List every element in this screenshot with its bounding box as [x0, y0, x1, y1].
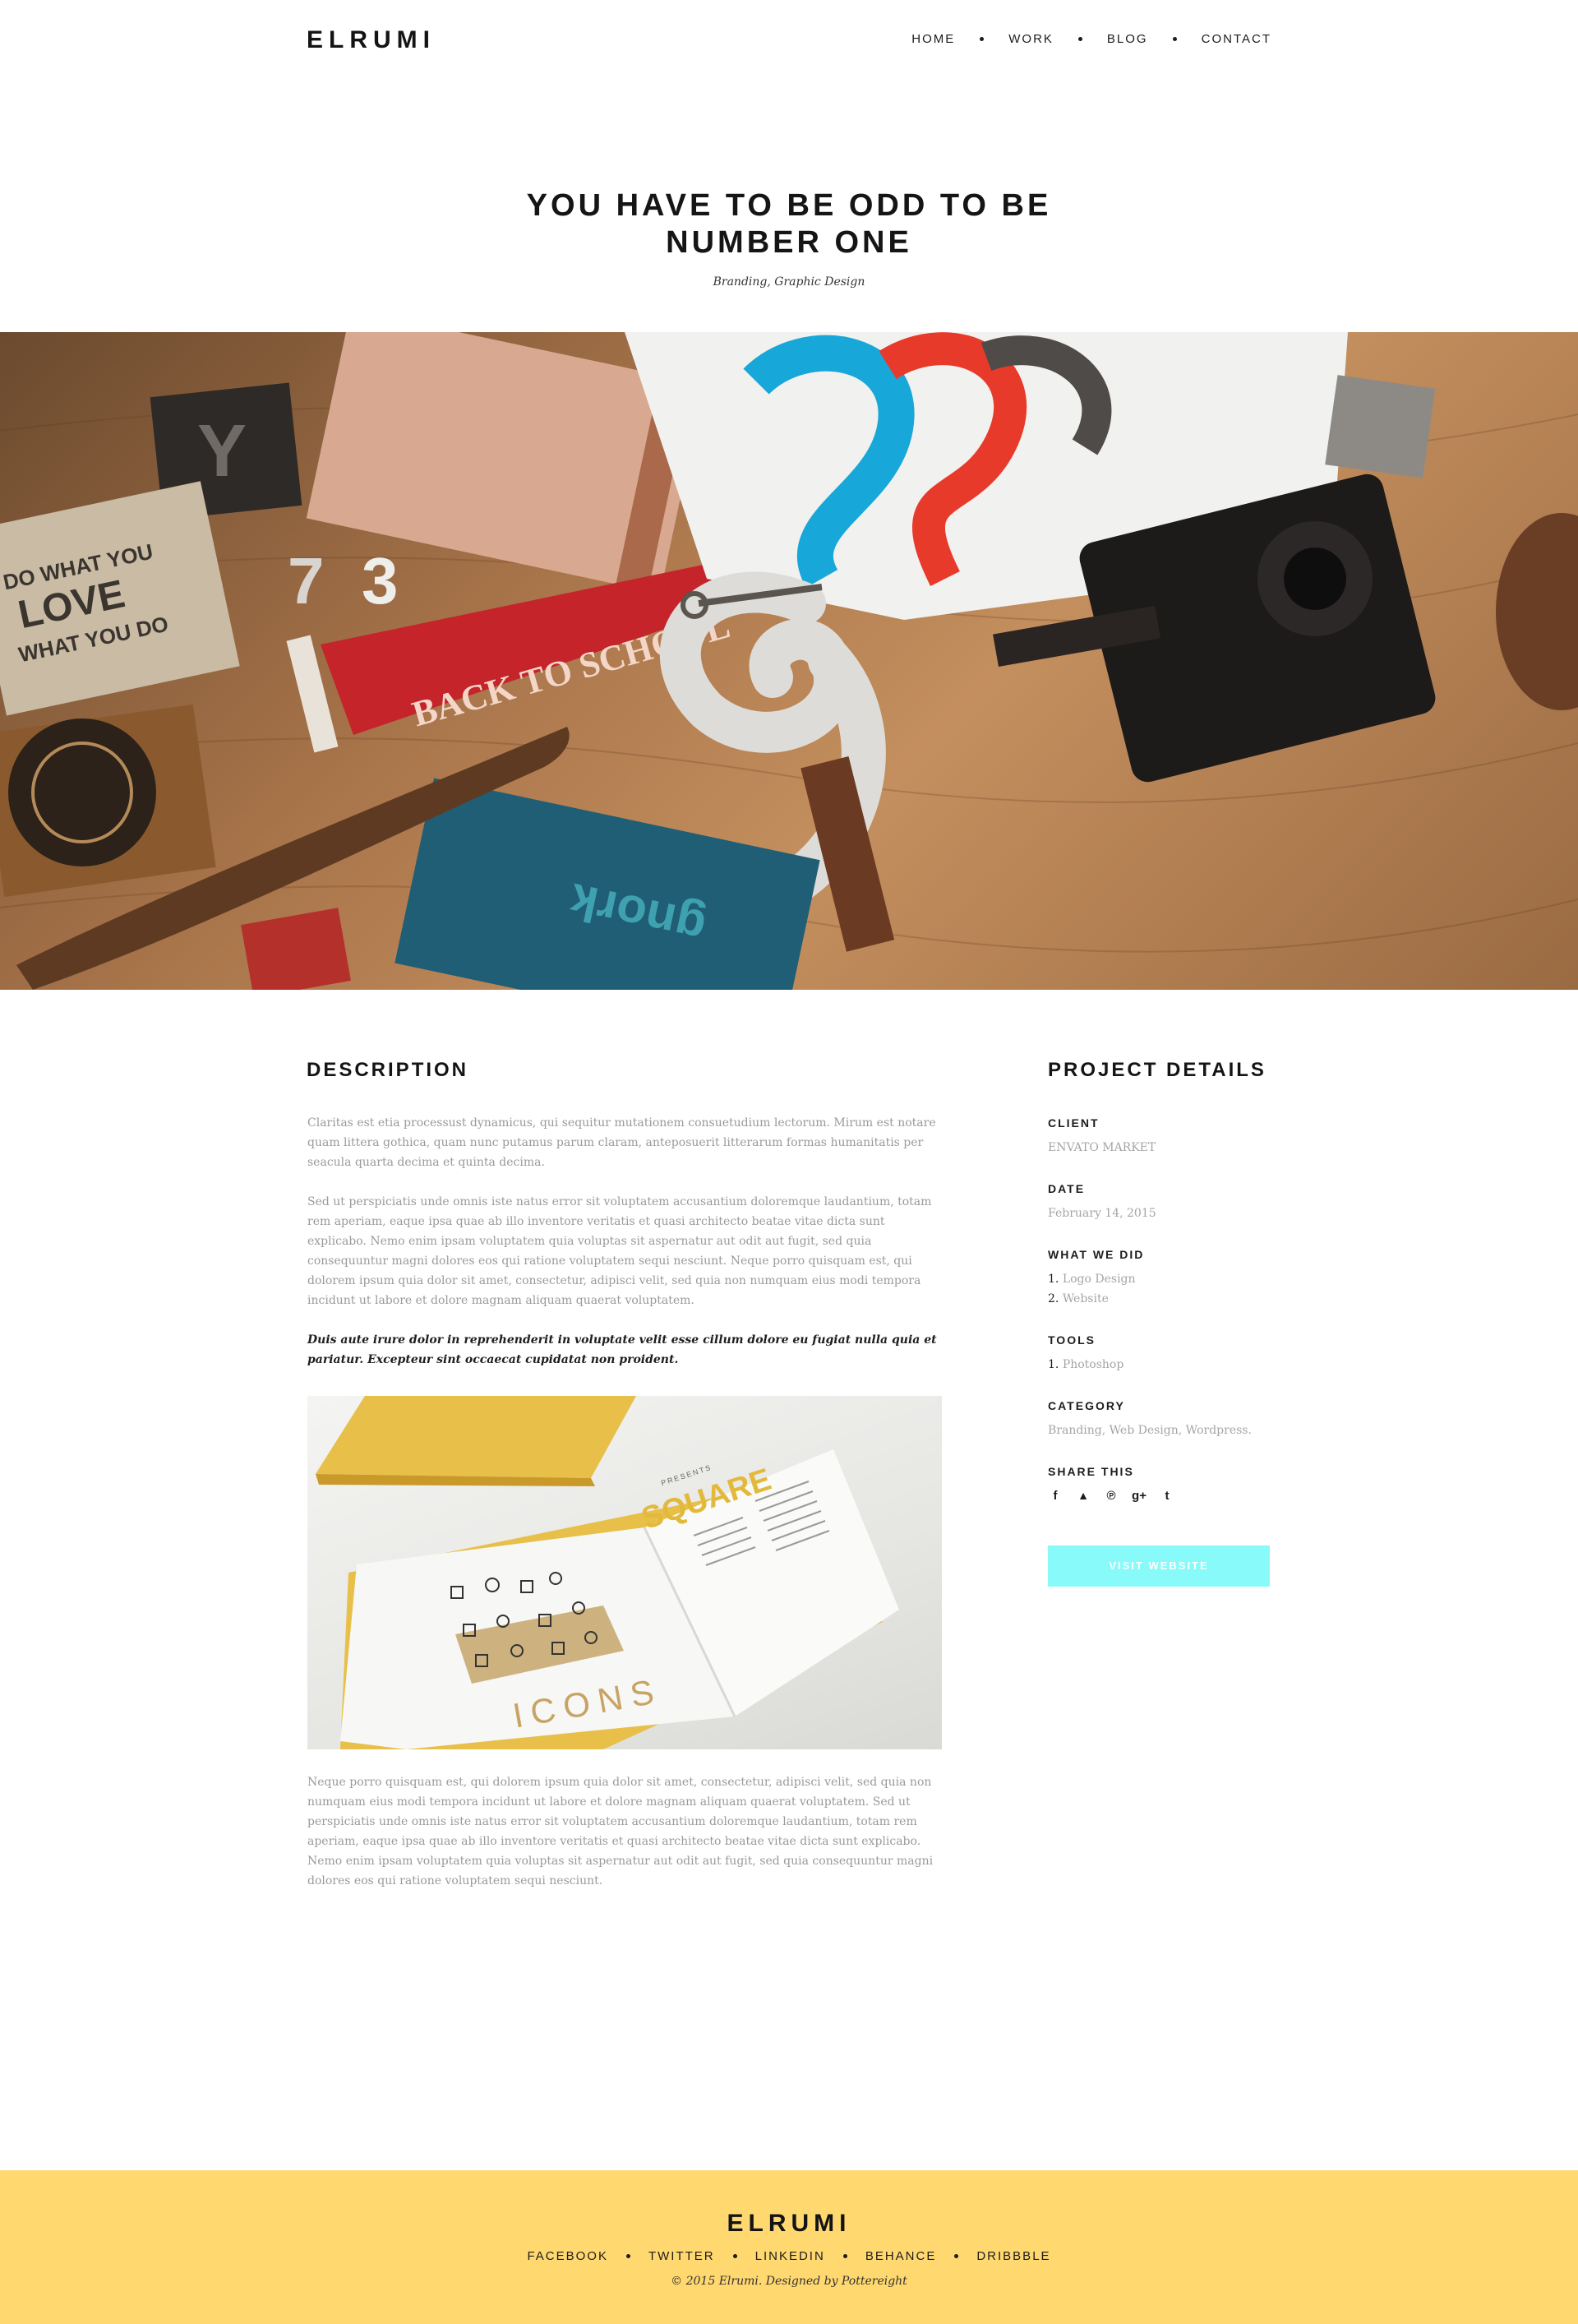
site-footer: ELRUMI FACEBOOK TWITTER LINKEDIN BEHANCE… [0, 2170, 1578, 2324]
footer-social-links: FACEBOOK TWITTER LINKEDIN BEHANCE DRIBBB… [0, 2249, 1578, 2263]
share-label: SHARE THIS [1048, 1465, 1134, 1478]
footer-separator [625, 2254, 630, 2258]
description-paragraph-1: Claritas est etia processust dynamicus, … [307, 1116, 936, 1169]
tools-label: TOOLS [1048, 1333, 1096, 1347]
visit-website-button[interactable]: VISIT WEBSITE [1048, 1545, 1270, 1587]
footer-separator [842, 2254, 847, 2258]
main-nav: HOME WORK BLOG CONTACT [911, 32, 1271, 46]
nav-separator [1077, 37, 1082, 41]
footer-link-twitter[interactable]: TWITTER [648, 2249, 715, 2263]
project-categories: Branding, Graphic Design [713, 275, 865, 289]
category-value: Branding, Web Design, Wordpress. [1048, 1424, 1252, 1437]
facebook-icon[interactable]: f [1048, 1489, 1063, 1503]
description-quote: Duis aute irure dolor in reprehenderit i… [307, 1333, 937, 1366]
list-item-text: Logo Design [1062, 1273, 1136, 1286]
nav-separator [980, 37, 985, 41]
footer-link-behance[interactable]: BEHANCE [865, 2249, 937, 2263]
description-heading: DESCRIPTION [307, 1059, 469, 1081]
title-line-2: NUMBER ONE [666, 225, 912, 260]
book-illustration: ICONS SQUARE PRESENTS [316, 1396, 899, 1749]
footer-logo[interactable]: ELRUMI [0, 2210, 1578, 2238]
date-label: DATE [1048, 1182, 1086, 1195]
hero-illustration: Y DO WHAT YOU LOVE WHAT YOU DO 7 3 BACK … [0, 332, 1578, 990]
site-header: ELRUMI HOME WORK BLOG CONTACT [0, 0, 1578, 82]
book-mockup-image: ICONS SQUARE PRESENTS [307, 1396, 942, 1749]
nav-home[interactable]: HOME [911, 32, 955, 46]
date-value: February 14, 2015 [1048, 1207, 1156, 1220]
nav-work[interactable]: WORK [1008, 32, 1054, 46]
nav-contact[interactable]: CONTACT [1202, 32, 1271, 46]
description-paragraph-4: Neque porro quisquam est, qui dolorem ip… [307, 1776, 934, 1887]
footer-separator [954, 2254, 959, 2258]
svg-text:7: 7 [288, 544, 325, 617]
footer-link-facebook[interactable]: FACEBOOK [527, 2249, 608, 2263]
share-icons: f ▲ ℗ g+ t [1048, 1489, 1174, 1503]
svg-text:3: 3 [362, 544, 399, 617]
what-we-did-item: 2. Website [1048, 1289, 1109, 1309]
page-title: YOU HAVE TO BE ODD TO BE NUMBER ONE [0, 187, 1578, 261]
description-paragraph-2: Sed ut perspiciatis unde omnis iste natu… [307, 1195, 932, 1307]
pinterest-icon[interactable]: ℗ [1104, 1489, 1119, 1503]
footer-link-linkedin[interactable]: LINKEDIN [755, 2249, 825, 2263]
project-details-heading: PROJECT DETAILS [1048, 1059, 1267, 1081]
list-number: 2. [1048, 1292, 1059, 1305]
list-item-text: Photoshop [1062, 1358, 1124, 1371]
footer-link-dribbble[interactable]: DRIBBBLE [976, 2249, 1050, 2263]
what-we-did-item: 1. Logo Design [1048, 1269, 1136, 1289]
footer-separator [732, 2254, 737, 2258]
tumblr-icon[interactable]: t [1160, 1489, 1174, 1503]
nav-blog[interactable]: BLOG [1107, 32, 1148, 46]
list-number: 1. [1048, 1358, 1059, 1371]
google-plus-icon[interactable]: g+ [1132, 1489, 1147, 1503]
twitter-icon[interactable]: ▲ [1076, 1489, 1091, 1503]
list-number: 1. [1048, 1273, 1059, 1286]
client-label: CLIENT [1048, 1116, 1100, 1130]
svg-text:Y: Y [197, 410, 247, 492]
footer-copyright: © 2015 Elrumi. Designed by Pottereight [671, 2275, 907, 2288]
client-value: ENVATO MARKET [1048, 1141, 1156, 1154]
site-logo[interactable]: ELRUMI [307, 26, 436, 54]
hero-image: Y DO WHAT YOU LOVE WHAT YOU DO 7 3 BACK … [0, 332, 1578, 990]
nav-separator [1172, 37, 1177, 41]
title-line-1: YOU HAVE TO BE ODD TO BE [526, 188, 1052, 223]
what-we-did-label: WHAT WE DID [1048, 1248, 1145, 1261]
tools-item: 1. Photoshop [1048, 1355, 1124, 1375]
category-label: CATEGORY [1048, 1399, 1125, 1412]
list-item-text: Website [1062, 1292, 1109, 1305]
